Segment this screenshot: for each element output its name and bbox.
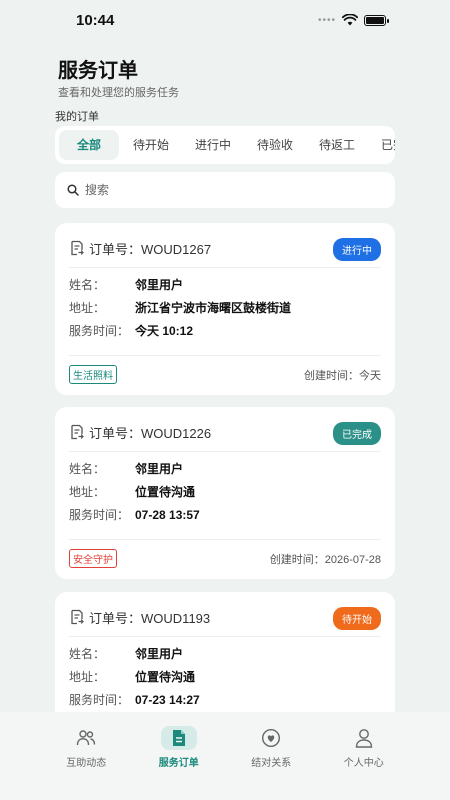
nav-label: 结对关系 [251,758,292,769]
person-icon [346,726,382,750]
status-time: 10:44 [76,12,115,29]
service-time-row: 服务时间： 07-23 14:27 [69,693,200,707]
card-header: 订单号：WOUD1267 进行中 [69,237,381,261]
address-row: 地址： 位置待沟通 [69,670,196,684]
created-time: 创建时间：今天 [304,370,381,382]
tab-in-progress[interactable]: 进行中 [183,130,243,160]
card-header: 订单号：WOUD1226 已完成 [69,421,381,445]
order-document-icon [71,240,84,256]
nav-pairing[interactable]: 结对关系 [225,712,318,800]
nav-profile[interactable]: 个人中心 [318,712,411,800]
tab-completed[interactable]: 已完成 [369,130,395,160]
status-badge: 已完成 [333,422,381,445]
page-title: 服务订单 [58,60,138,82]
status-tabs: 全部 待开始 进行中 待验收 待返工 已完成 [55,126,395,164]
divider [69,451,381,452]
document-icon [160,726,197,750]
status-icons: •••• [317,14,389,26]
order-card[interactable]: 订单号：WOUD1267 进行中 姓名： 邻里用户 地址： 浙江省宁波市海曙区鼓楼街… [55,223,395,395]
status-badge: 待开始 [333,607,381,630]
wifi-icon [342,14,358,26]
service-type-tag: 安全守护 [69,549,117,568]
order-number: 订单号：WOUD1226 [89,425,212,441]
nav-label: 服务订单 [158,758,199,769]
divider [69,636,381,637]
battery-icon [364,14,389,26]
order-card[interactable]: 订单号：WOUD1226 已完成 姓名： 邻里用户 地址： 位置待沟通 服务时间： 0… [55,407,395,579]
order-document-icon [71,424,84,440]
service-type-tag: 生活照料 [69,365,117,384]
name-row: 姓名： 邻里用户 [69,462,184,476]
nav-label: 个人中心 [343,758,384,769]
page-subtitle: 查看和处理您的服务任务 [58,87,179,99]
signal-icon: •••• [317,14,336,26]
name-row: 姓名： 邻里用户 [69,278,184,292]
people-icon [68,726,104,750]
tab-pending-rework[interactable]: 待返工 [307,130,367,160]
tab-pending-start[interactable]: 待开始 [121,130,181,160]
address-row: 地址： 浙江省宁波市海曙区鼓楼街道 [69,301,292,315]
search-input[interactable] [85,183,365,197]
status-badge: 进行中 [333,238,381,261]
status-bar: 10:44 •••• [0,0,450,44]
created-time: 创建时间：2026-07-28 [269,554,381,566]
divider [69,355,381,356]
address-row: 地址： 位置待沟通 [69,485,196,499]
tab-all[interactable]: 全部 [59,130,119,160]
search-bar [55,172,395,208]
section-label: 我的订单 [55,111,99,123]
nav-mutual-feed[interactable]: 互助动态 [40,712,133,800]
name-row: 姓名： 邻里用户 [69,647,184,661]
heart-icon [253,726,289,750]
order-number: 订单号：WOUD1267 [89,241,212,257]
order-number: 订单号：WOUD1193 [89,610,211,626]
card-header: 订单号：WOUD1193 待开始 [69,606,381,630]
divider [69,539,381,540]
order-document-icon [71,609,84,625]
service-time-row: 服务时间： 07-28 13:57 [69,508,200,522]
bottom-nav: 互助动态 服务订单 结对关系 个人中心 [0,712,450,800]
tab-pending-acceptance[interactable]: 待验收 [245,130,305,160]
nav-service-orders[interactable]: 服务订单 [133,712,226,800]
divider [69,267,381,268]
nav-label: 互助动态 [66,758,107,769]
search-icon [67,184,79,196]
service-time-row: 服务时间： 今天 10:12 [69,324,194,338]
